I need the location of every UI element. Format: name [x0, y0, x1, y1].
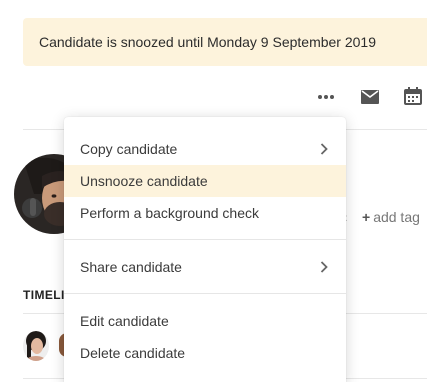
menu-divider: [64, 293, 346, 294]
menu-item-label: Unsnooze candidate: [80, 173, 208, 189]
calendar-icon[interactable]: [404, 87, 422, 105]
menu-item-label: Edit candidate: [80, 313, 169, 329]
menu-item-label: Copy candidate: [80, 141, 178, 157]
tab-timeline[interactable]: TIMELI: [23, 288, 65, 302]
mail-icon[interactable]: [361, 90, 379, 104]
add-tag-label: add tag: [373, 209, 420, 225]
candidate-actions-menu: Copy candidate Unsnooze candidate Perfor…: [64, 117, 346, 382]
menu-item-copy-candidate[interactable]: Copy candidate: [64, 133, 346, 165]
menu-item-label: Perform a background check: [80, 205, 259, 221]
menu-item-label: Share candidate: [80, 259, 182, 275]
menu-divider: [64, 239, 346, 240]
chevron-right-icon: [320, 143, 328, 155]
menu-item-unsnooze-candidate[interactable]: Unsnooze candidate: [64, 165, 346, 197]
menu-item-share-candidate[interactable]: Share candidate: [64, 251, 346, 283]
snooze-banner-text: Candidate is snoozed until Monday 9 Sept…: [39, 34, 376, 50]
menu-item-delete-candidate[interactable]: Delete candidate: [64, 337, 346, 369]
snooze-banner: Candidate is snoozed until Monday 9 Sept…: [23, 18, 427, 66]
menu-item-background-check[interactable]: Perform a background check: [64, 197, 346, 229]
chevron-right-icon: [320, 261, 328, 273]
add-tag-link[interactable]: + add tag: [362, 209, 420, 225]
menu-item-edit-candidate[interactable]: Edit candidate: [64, 305, 346, 337]
more-horizontal-icon[interactable]: [317, 90, 335, 104]
menu-item-label: Delete candidate: [80, 345, 186, 361]
plus-icon: +: [362, 209, 371, 225]
timeline-avatar: [23, 331, 49, 361]
